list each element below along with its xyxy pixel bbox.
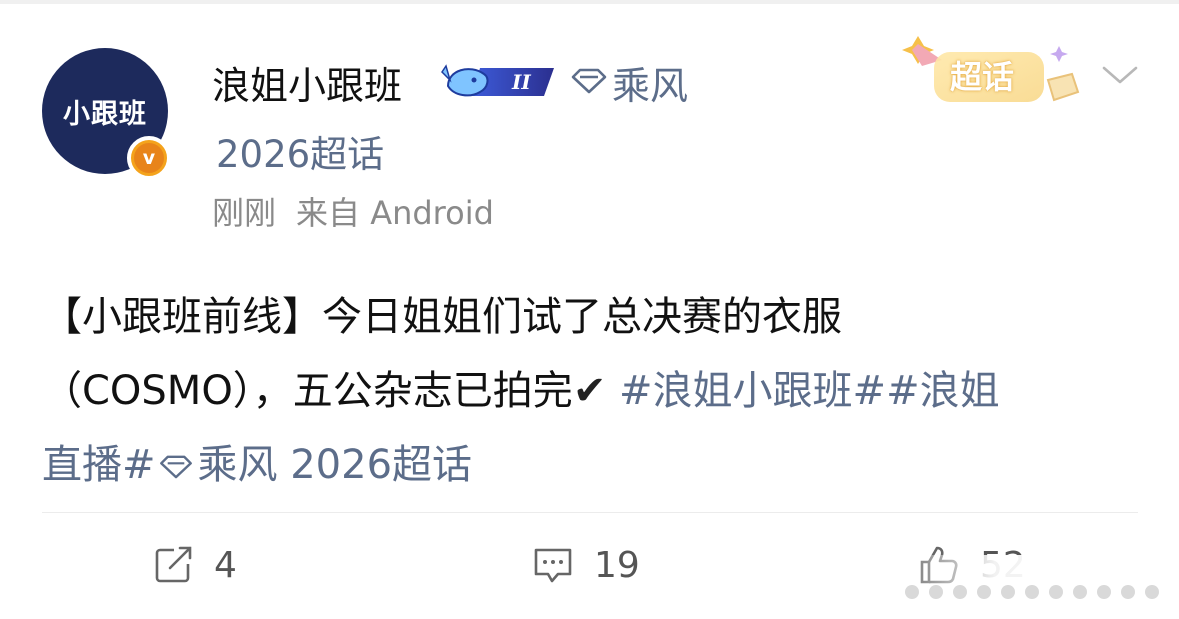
- comment-button[interactable]: 19: [532, 540, 640, 590]
- comment-icon: [534, 548, 572, 583]
- comment-count: 19: [594, 544, 640, 586]
- author-name[interactable]: 浪姐小跟班: [212, 55, 402, 110]
- repost-icon: [155, 546, 192, 583]
- content-text: 【小跟班前线】今日姐姐们试了总决赛的衣服: [42, 294, 842, 340]
- actions-divider: [42, 512, 1138, 513]
- repost-count: 4: [214, 544, 237, 586]
- post-content: 【小跟班前线】今日姐姐们试了总决赛的衣服 （COSMO），五公杂志已拍完✔ #浪…: [42, 280, 1142, 502]
- post-source: 来自 Android: [296, 194, 494, 232]
- post-meta: 刚刚 来自 Android: [212, 188, 514, 234]
- repost-button[interactable]: 4: [152, 540, 237, 590]
- chevron-down-icon[interactable]: [1100, 62, 1140, 88]
- watermark-dots: [905, 585, 1159, 599]
- post-time: 刚刚: [212, 194, 277, 232]
- content-line-3: 直播# 乘风 2026超话: [42, 428, 1142, 502]
- verified-badge-icon: v: [127, 136, 171, 180]
- content-text: （COSMO），五公杂志已拍完: [42, 368, 573, 414]
- diamond-icon: [570, 68, 608, 94]
- topic-label[interactable]: 乘风: [612, 55, 688, 110]
- content-line-1: 【小跟班前线】今日姐姐们试了总决赛的衣服: [42, 280, 1142, 354]
- sub-topic-link[interactable]: 2026超话: [216, 124, 384, 178]
- hashtag-link[interactable]: #浪姐小跟班#: [619, 368, 886, 414]
- content-line-2: （COSMO），五公杂志已拍完✔ #浪姐小跟班##浪姐: [42, 354, 1142, 428]
- avatar-text: 小跟班: [63, 98, 147, 130]
- diamond-icon: [159, 455, 192, 479]
- supertopic-badge-label: 超话: [950, 58, 1015, 96]
- hashtag-link[interactable]: 直播#: [42, 442, 156, 488]
- level-badge-text: II: [511, 70, 531, 94]
- hashtag-link[interactable]: #浪姐: [886, 368, 1000, 414]
- whale-level-badge-icon[interactable]: II: [440, 58, 558, 104]
- top-divider: [0, 0, 1179, 4]
- topic-link[interactable]: 乘风 2026超话: [198, 442, 473, 488]
- checkmark-icon: ✔: [572, 368, 607, 414]
